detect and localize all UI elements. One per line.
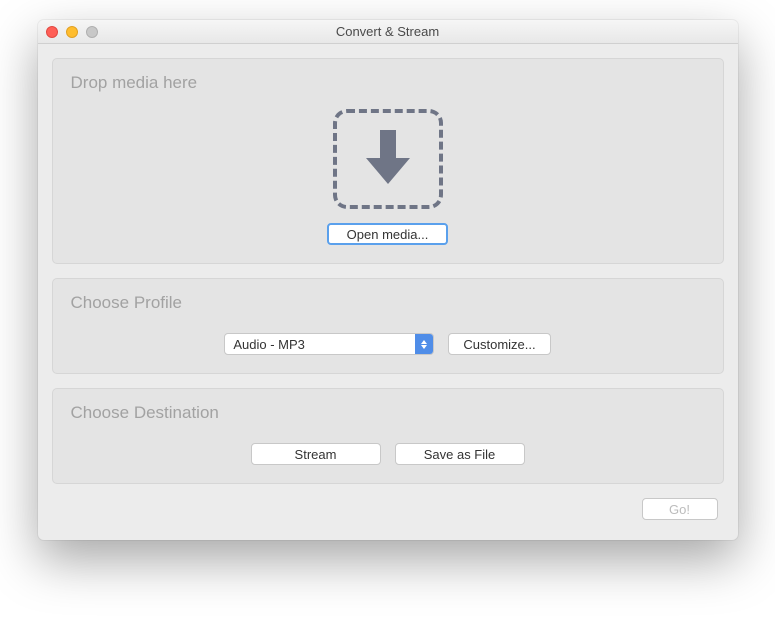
customize-button[interactable]: Customize... [448,333,550,355]
profile-select[interactable]: Audio - MP3 [224,333,434,355]
profile-heading: Choose Profile [71,293,705,313]
drop-heading: Drop media here [71,73,705,93]
profile-panel: Choose Profile Audio - MP3 Customize... [52,278,724,374]
drop-media-panel: Drop media here Open media... [52,58,724,264]
destination-panel: Choose Destination Stream Save as File [52,388,724,484]
stepper-icon [415,334,433,354]
download-arrow-icon [360,126,416,193]
titlebar[interactable]: Convert & Stream [38,20,738,44]
drop-target[interactable] [333,109,443,209]
window-title: Convert & Stream [38,24,738,39]
destination-heading: Choose Destination [71,403,705,423]
save-as-file-button[interactable]: Save as File [395,443,525,465]
convert-stream-window: Convert & Stream Drop media here Open me… [38,20,738,540]
footer: Go! [52,498,724,526]
destination-row: Stream Save as File [71,433,705,469]
content-area: Drop media here Open media... Choose Pro… [38,44,738,540]
dropzone[interactable]: Open media... [71,103,705,249]
stream-button[interactable]: Stream [251,443,381,465]
profile-select-value: Audio - MP3 [225,337,415,352]
open-media-button[interactable]: Open media... [327,223,449,245]
go-button[interactable]: Go! [642,498,718,520]
profile-row: Audio - MP3 Customize... [71,323,705,359]
